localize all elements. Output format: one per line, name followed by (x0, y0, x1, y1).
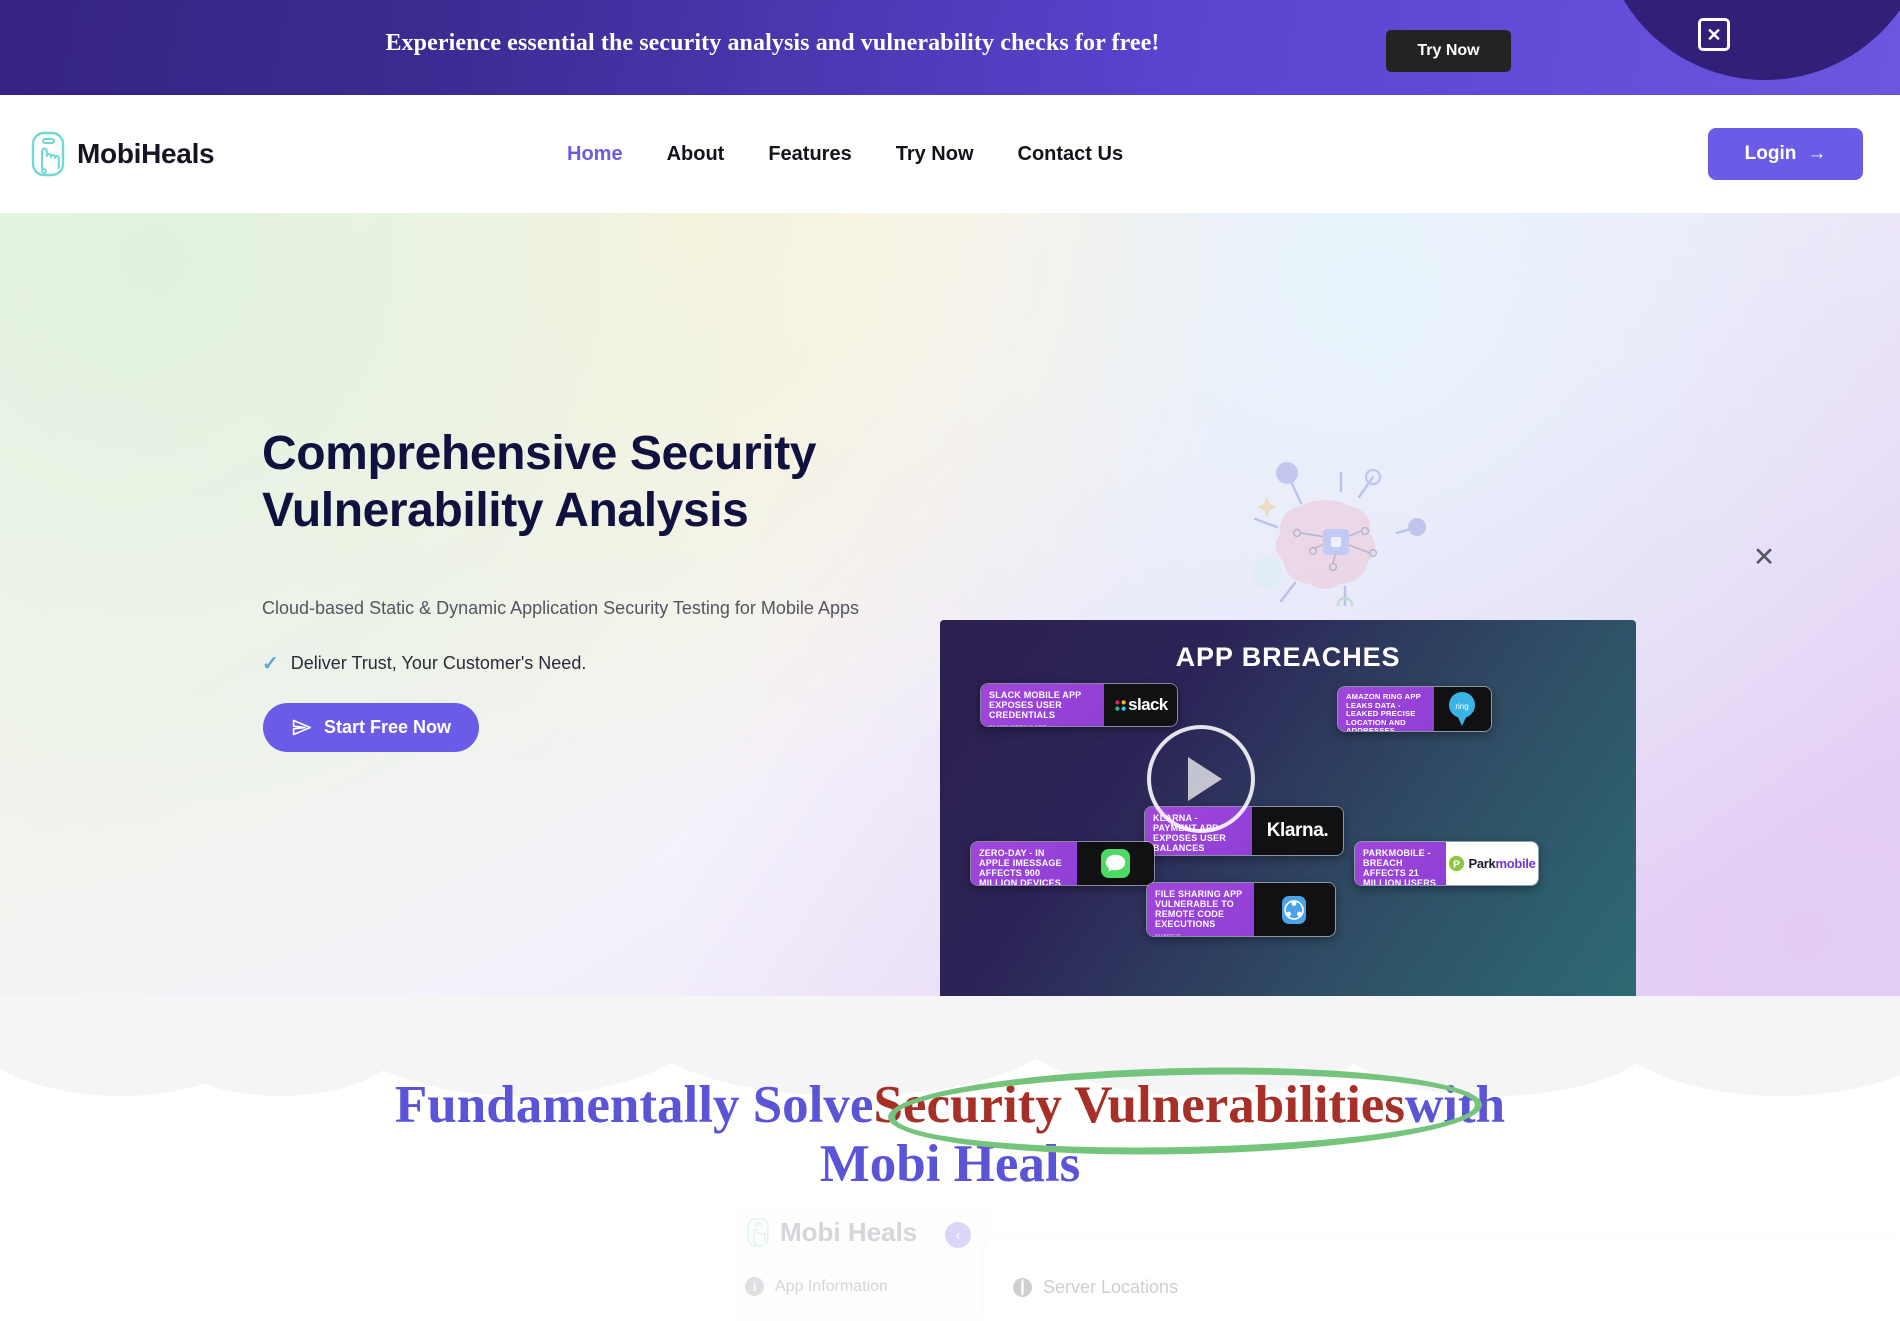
nav-item-try-now[interactable]: Try Now (874, 143, 996, 166)
breach-brand-logo: ring (1433, 687, 1491, 731)
breach-headline: AMAZON RING APP LEAKS DATA - LEAKED PREC… (1346, 692, 1421, 732)
mobiheals-phone-icon (31, 131, 65, 177)
breach-brand-name: slack (1128, 695, 1168, 714)
section-headline: Fundamentally SolveSecurity Vulnerabilit… (0, 1076, 1900, 1195)
breach-brand-logo (1076, 842, 1154, 885)
preview-server-label: Server Locations (1043, 1277, 1179, 1297)
hero-section: DDoS ✕ Comprehensive Security Vulnerabil… (0, 213, 1900, 996)
breach-headline: FILE SHARING APP VULNERABLE TO REMOTE CO… (1155, 889, 1243, 930)
app-breaches-video[interactable]: APP BREACHES SLACK MOBILE APP EXPOSES US… (940, 620, 1636, 996)
play-triangle-icon (1188, 757, 1222, 801)
send-icon (292, 719, 312, 736)
imessage-icon (1100, 849, 1130, 878)
nav-item-about[interactable]: About (645, 143, 747, 166)
breach-brand-logo: P Parkmobile (1446, 842, 1538, 885)
parkmobile-icon: P (1449, 855, 1465, 872)
breach-brand-name: Klarna. (1266, 820, 1329, 841)
nav-links: Home About Features Try Now Contact Us (545, 143, 1145, 166)
promo-message: Experience essential the security analys… (385, 30, 1160, 56)
breach-card-slack: SLACK MOBILE APP EXPOSES USER CREDENTIAL… (980, 683, 1178, 727)
breach-brand-logo (1253, 883, 1335, 936)
mobiheals-phone-icon (747, 1218, 769, 1247)
banner-decorative-blob (1600, 0, 1900, 80)
video-title: APP BREACHES (1175, 642, 1401, 672)
brand-name: MobiHeals (77, 138, 215, 169)
breach-tag: SLACK MOBILE APP (989, 725, 1096, 726)
login-button[interactable]: Login → (1708, 128, 1863, 180)
globe-icon (1013, 1278, 1032, 1297)
brand-logo[interactable]: MobiHeals (28, 130, 215, 178)
play-button[interactable] (1147, 725, 1255, 833)
page-root: Experience essential the security analys… (0, 0, 1900, 1321)
breach-headline: ZERO-DAY - IN APPLE IMESSAGE AFFECTS 900… (979, 848, 1062, 886)
slack-icon (1115, 699, 1126, 711)
svg-text:P: P (1454, 859, 1461, 870)
ai-brain-decorative-icon (1251, 462, 1426, 606)
breach-headline: PARKMOBILE - BREACH AFFECTS 21 MILLION U… (1363, 848, 1437, 886)
promo-try-now-button[interactable]: Try Now (1386, 30, 1511, 72)
hero-title-line-2: Vulnerability Analysis (262, 483, 749, 537)
breach-card-shareit: FILE SHARING APP VULNERABLE TO REMOTE CO… (1146, 882, 1336, 937)
headline-line-2: Mobi Heals (819, 1135, 1081, 1194)
sidebar-collapse-button[interactable]: ‹ (945, 1222, 971, 1248)
breach-brand-name: ring (1456, 702, 1469, 711)
nav-item-contact-us[interactable]: Contact Us (996, 143, 1146, 166)
preview-item-label: App Information (775, 1277, 888, 1295)
preview-server-locations: Server Locations (1013, 1277, 1178, 1298)
breach-card-imessage: ZERO-DAY - IN APPLE IMESSAGE AFFECTS 900… (970, 841, 1155, 886)
hero-bullet: ✓ Deliver Trust, Your Customer's Need. (262, 653, 586, 674)
breach-card-ring: AMAZON RING APP LEAKS DATA - LEAKED PREC… (1337, 686, 1492, 732)
login-label: Login (1744, 143, 1797, 164)
breach-brand-name: Parkmobile (1468, 856, 1536, 871)
shareit-icon (1282, 895, 1307, 924)
preview-brand: Mobi Heals (745, 1217, 917, 1248)
hero-subtitle: Cloud-based Static & Dynamic Application… (262, 598, 859, 618)
breach-brand-logo: slack (1103, 684, 1177, 726)
hero-title: Comprehensive Security Vulnerability Ana… (262, 426, 902, 539)
promo-banner: Experience essential the security analys… (0, 0, 1900, 95)
headline-part-2: with (1404, 1076, 1506, 1134)
main-navbar: MobiHeals Home About Features Try Now Co… (0, 95, 1900, 213)
arrow-right-icon: → (1807, 143, 1827, 164)
breach-card-parkmobile: PARKMOBILE - BREACH AFFECTS 21 MILLION U… (1354, 841, 1539, 886)
check-icon: ✓ (262, 652, 279, 675)
promo-close-button[interactable]: ✕ (1698, 18, 1730, 51)
nav-item-home[interactable]: Home (545, 143, 645, 166)
app-preview-peek: Mobi Heals ‹ i App Information Server Lo… (0, 1205, 1900, 1321)
breach-brand-logo: Klarna. (1252, 807, 1343, 855)
start-free-now-button[interactable]: Start Free Now (263, 703, 480, 752)
ring-icon: ring (1449, 692, 1476, 726)
headline-highlight: Security Vulnerabilities (873, 1076, 1405, 1134)
preview-brand-name: Mobi Heals (780, 1217, 918, 1247)
hero-bullet-label: Deliver Trust, Your Customer's Need. (290, 653, 587, 673)
hero-close-button[interactable]: ✕ (1745, 538, 1783, 576)
headline-part-1: Fundamentally Solve (394, 1076, 874, 1134)
breach-tag: SHAREIT (1155, 934, 1246, 936)
info-icon: i (745, 1277, 764, 1296)
hero-title-line-1: Comprehensive Security (262, 427, 817, 480)
preview-item-app-information[interactable]: i App Information (745, 1277, 888, 1296)
breach-headline: SLACK MOBILE APP EXPOSES USER CREDENTIAL… (989, 690, 1082, 721)
start-free-now-label: Start Free Now (324, 717, 452, 737)
nav-item-features[interactable]: Features (746, 143, 873, 166)
